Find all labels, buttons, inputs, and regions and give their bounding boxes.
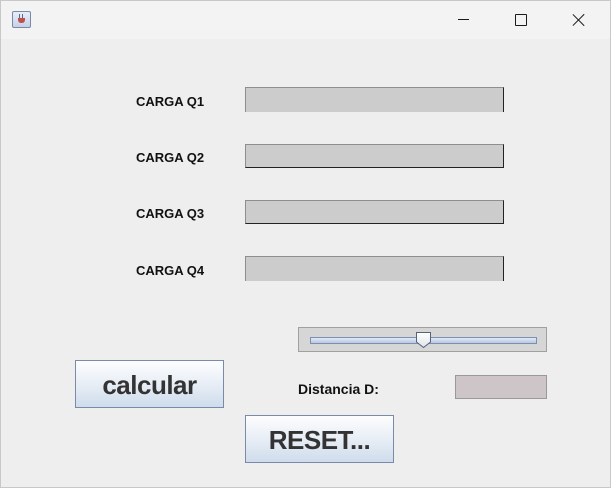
carga-q1-input[interactable] (245, 87, 504, 112)
carga-q2-input[interactable] (245, 144, 504, 168)
java-coffee-icon[interactable] (12, 11, 31, 28)
carga-q4-input[interactable] (245, 256, 504, 281)
carga-q1-label: CARGA Q1 (136, 94, 205, 109)
maximize-icon (515, 14, 527, 26)
calcular-button[interactable]: calcular (75, 360, 224, 408)
distance-slider[interactable] (298, 327, 547, 352)
carga-q2-label: CARGA Q2 (136, 150, 205, 165)
minimize-icon (458, 19, 469, 20)
close-button[interactable] (550, 1, 608, 39)
carga-q4-label: CARGA Q4 (136, 263, 205, 278)
carga-q3-input[interactable] (245, 200, 504, 224)
close-icon (572, 13, 586, 27)
maximize-button[interactable] (492, 1, 550, 39)
title-bar[interactable] (1, 1, 610, 39)
distancia-output (455, 375, 547, 399)
distancia-label: Distancia D: (298, 381, 379, 397)
slider-thumb[interactable] (415, 331, 432, 349)
app-window: CARGA Q1 CARGA Q2 CARGA Q3 CARGA Q4 calc… (0, 0, 611, 488)
reset-button[interactable]: RESET... (245, 415, 394, 463)
minimize-button[interactable] (434, 1, 492, 39)
carga-q3-label: CARGA Q3 (136, 206, 205, 221)
